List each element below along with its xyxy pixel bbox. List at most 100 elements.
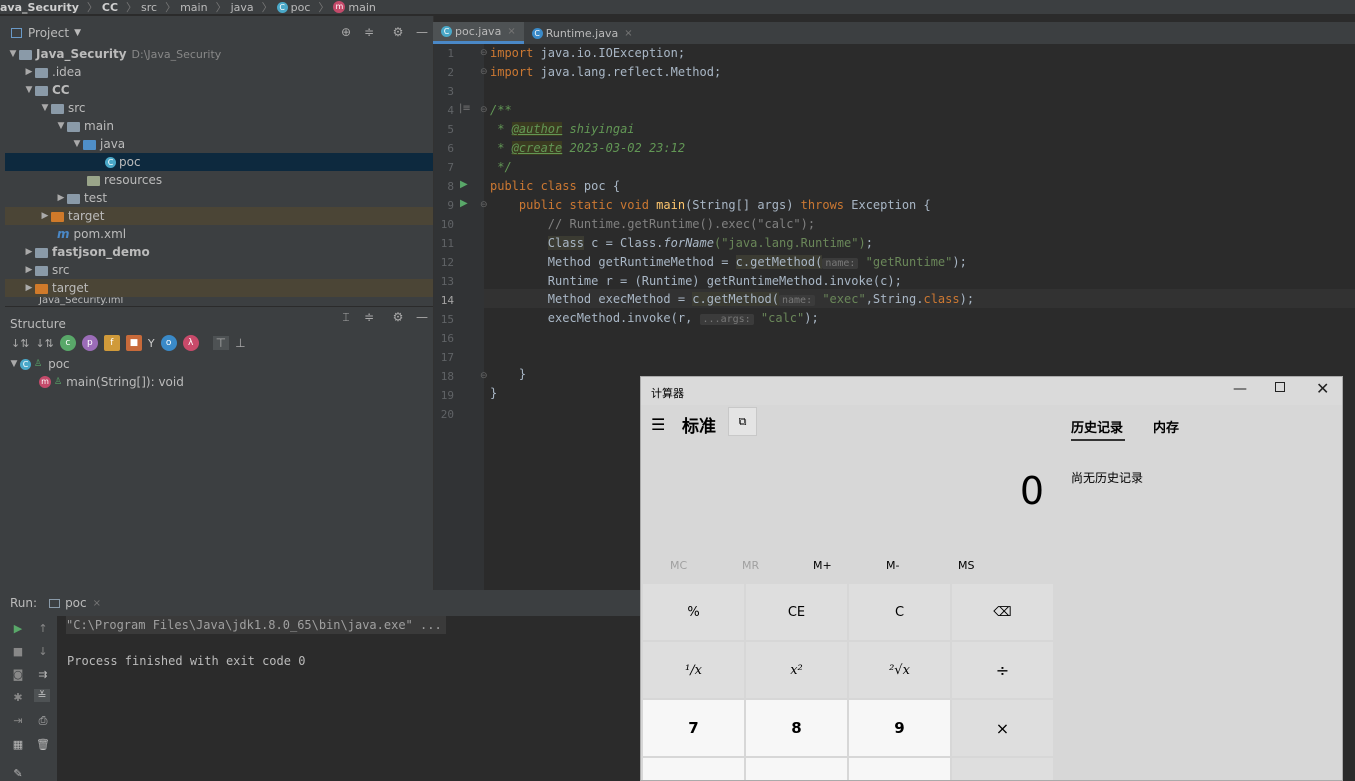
- tree-item-main[interactable]: ▼ main: [5, 117, 433, 135]
- tree-item-fastjson-demo[interactable]: ▶ fastjson_demo: [5, 243, 433, 261]
- tree-item-src[interactable]: ▼ src: [5, 99, 433, 117]
- code-line[interactable]: import java.io.IOException;: [490, 46, 685, 60]
- fold-icon[interactable]: ⊖: [480, 105, 488, 115]
- breadcrumb-item-java[interactable]: java: [231, 1, 254, 14]
- tree-item-target[interactable]: ▶ target: [5, 207, 433, 225]
- digit-6-button[interactable]: [849, 758, 950, 780]
- code-line[interactable]: public static void main(String[] args) t…: [490, 198, 931, 212]
- expanded-arrow-icon[interactable]: ▼: [71, 139, 83, 149]
- collapsed-arrow-icon[interactable]: ▶: [23, 67, 35, 77]
- fold-icon[interactable]: ⊖: [480, 200, 488, 210]
- exit-icon[interactable]: ⇥: [10, 714, 26, 727]
- show-anonymous-icon[interactable]: o: [160, 335, 177, 351]
- breadcrumb-item-src[interactable]: src: [141, 1, 157, 14]
- stop-icon[interactable]: ■: [10, 645, 26, 658]
- down-arrow-icon[interactable]: ↓: [35, 645, 51, 658]
- percent-button[interactable]: %: [643, 584, 744, 640]
- sort-alpha-icon[interactable]: ↓⇅: [35, 337, 53, 350]
- run-class-icon[interactable]: ▶: [460, 179, 468, 190]
- memory-subtract-button[interactable]: M-: [886, 559, 899, 572]
- clear-entry-button[interactable]: CE: [746, 584, 847, 640]
- code-line[interactable]: public class poc {: [490, 179, 620, 193]
- tree-item-idea[interactable]: ▶ .idea: [5, 63, 433, 81]
- expanded-arrow-icon[interactable]: ▼: [39, 103, 51, 113]
- code-line[interactable]: }: [490, 386, 497, 400]
- tree-item-java[interactable]: ▼ java: [5, 135, 433, 153]
- code-line[interactable]: import java.lang.reflect.Method;: [490, 65, 721, 79]
- breadcrumb-item-cc[interactable]: CC: [102, 1, 118, 14]
- memory-add-button[interactable]: M+: [813, 559, 832, 572]
- up-arrow-icon[interactable]: ↑: [35, 622, 51, 635]
- autoscroll-from-source-icon[interactable]: ⊥: [235, 336, 245, 350]
- close-icon[interactable]: ×: [507, 26, 515, 37]
- code-line[interactable]: execMethod.invoke(r, ...args: "calc");: [490, 311, 819, 325]
- digit-5-button[interactable]: [746, 758, 847, 780]
- square-root-button[interactable]: ²√x: [849, 642, 950, 698]
- hamburger-menu-icon[interactable]: ☰: [651, 415, 665, 434]
- code-line[interactable]: Method execMethod = c.getMethod(name: "e…: [490, 292, 974, 306]
- chevron-down-icon[interactable]: ▼: [74, 28, 81, 38]
- code-line[interactable]: // Runtime.getRuntime().exec("calc");: [490, 217, 815, 231]
- scroll-to-end-icon[interactable]: ≚: [34, 689, 50, 702]
- minimize-icon[interactable]: —: [415, 310, 429, 324]
- tree-item-src-root[interactable]: ▶ src: [5, 261, 433, 279]
- doc-render-icon[interactable]: |≡: [459, 103, 471, 114]
- window-maximize-icon[interactable]: [1275, 382, 1285, 392]
- expanded-arrow-icon[interactable]: ▼: [7, 49, 19, 59]
- breadcrumb-item-project[interactable]: ava_Security: [0, 1, 79, 14]
- collapsed-arrow-icon[interactable]: ▶: [23, 265, 35, 275]
- camera-icon[interactable]: ◙: [10, 668, 26, 681]
- window-minimize-icon[interactable]: —: [1233, 381, 1247, 397]
- tree-item-pom[interactable]: m pom.xml: [5, 225, 433, 243]
- tab-history[interactable]: 历史记录: [1071, 417, 1123, 436]
- show-inherited-icon[interactable]: c: [59, 335, 76, 351]
- code-line[interactable]: * @author shiyingai: [490, 122, 635, 136]
- structure-class-row[interactable]: ▼ C ♙ poc: [8, 357, 70, 371]
- code-line[interactable]: * @create 2023-03-02 23:12: [490, 141, 685, 155]
- close-icon[interactable]: ×: [93, 598, 101, 609]
- code-line[interactable]: Method getRuntimeMethod = c.getMethod(na…: [490, 255, 967, 269]
- gear-icon[interactable]: ⚙: [391, 25, 405, 39]
- expanded-arrow-icon[interactable]: ▼: [23, 85, 35, 95]
- run-tab-poc[interactable]: poc ×: [49, 596, 101, 610]
- divide-button[interactable]: ÷: [952, 642, 1053, 698]
- close-icon[interactable]: ×: [624, 28, 632, 39]
- expand-all-icon[interactable]: ⌶: [339, 310, 353, 325]
- code-line[interactable]: Class c = Class.forName("java.lang.Runti…: [490, 236, 873, 250]
- expanded-arrow-icon[interactable]: ▼: [55, 121, 67, 131]
- memory-recall-button[interactable]: MR: [742, 559, 759, 572]
- breadcrumb-item-poc[interactable]: Cpoc: [276, 1, 310, 14]
- breadcrumb-item-method[interactable]: m main: [333, 1, 376, 14]
- tree-item-java-security[interactable]: ▼ Java_Security D:\Java_Security: [5, 45, 433, 63]
- sort-by-visibility-icon[interactable]: ↓⇅: [11, 337, 29, 350]
- show-fields-icon[interactable]: f: [103, 335, 120, 351]
- tree-item-iml[interactable]: Java_Security.iml: [5, 297, 433, 306]
- print-icon[interactable]: ⎙: [35, 714, 51, 728]
- locate-icon[interactable]: ⊕: [339, 25, 353, 39]
- show-lambdas-icon[interactable]: Y: [148, 337, 155, 350]
- pin-icon[interactable]: ✎: [10, 767, 26, 780]
- reciprocal-button[interactable]: ¹/x: [643, 642, 744, 698]
- code-line[interactable]: /**: [490, 103, 512, 117]
- collapsed-arrow-icon[interactable]: ▶: [23, 283, 35, 293]
- collapsed-arrow-icon[interactable]: ▶: [23, 247, 35, 257]
- fold-icon[interactable]: ⊖: [480, 371, 488, 381]
- code-line[interactable]: }: [490, 367, 526, 381]
- collapsed-arrow-icon[interactable]: ▶: [39, 211, 51, 221]
- show-non-public-icon[interactable]: ■: [125, 335, 142, 351]
- expanded-arrow-icon[interactable]: ▼: [8, 359, 20, 369]
- memory-store-button[interactable]: MS: [958, 559, 974, 572]
- debug-icon[interactable]: ✱: [10, 691, 26, 704]
- breadcrumb-item-main[interactable]: main: [180, 1, 207, 14]
- tab-runtime-java[interactable]: C Runtime.java ×: [524, 22, 641, 44]
- tab-poc-java[interactable]: Cpoc.java ×: [433, 22, 524, 44]
- code-line[interactable]: */: [490, 160, 511, 174]
- show-properties-icon[interactable]: p: [81, 335, 98, 351]
- clear-button[interactable]: C: [849, 584, 950, 640]
- minus-button[interactable]: [952, 758, 1053, 780]
- code-line[interactable]: Runtime r = (Runtime) getRuntimeMethod.i…: [490, 274, 902, 288]
- digit-4-button[interactable]: [643, 758, 744, 780]
- tree-item-cc[interactable]: ▼ CC: [5, 81, 433, 99]
- trash-icon[interactable]: 🗑: [35, 738, 51, 751]
- soft-wrap-icon[interactable]: ⇉: [35, 668, 51, 681]
